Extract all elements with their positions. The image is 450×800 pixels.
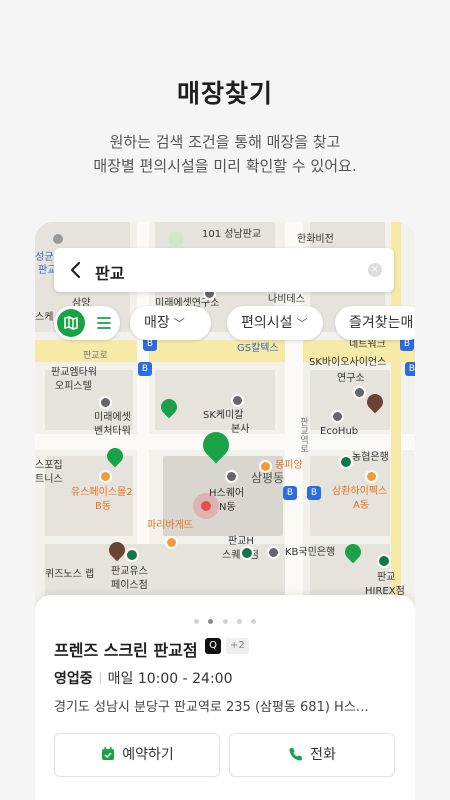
map-label: 페이스점 <box>111 580 148 591</box>
store-bottom-sheet[interactable]: 프렌즈 스크린 판교점 Q +2 영업중 매일 10:00 - 24:00 경기도… <box>35 595 415 800</box>
pager-dot <box>236 619 242 624</box>
pager-dot-active <box>208 619 214 624</box>
map-label: 나비테스 <box>268 294 305 305</box>
intro-line-1: 원하는 검색 조건을 통해 매장을 찾고 <box>109 133 341 151</box>
map-label: 농협은행 <box>352 452 389 463</box>
map-label: KB국민은행 <box>285 547 336 558</box>
map-label: 벤처타워 <box>94 426 131 437</box>
map-label: 트니스 <box>35 474 63 485</box>
map-label: 유스페이스몰2 <box>71 487 133 498</box>
map-label: 네트워크 <box>349 339 386 350</box>
bakery-icon <box>165 536 178 549</box>
restaurant-icon <box>259 460 272 473</box>
store-icon <box>365 470 378 483</box>
starbucks-icon <box>240 546 254 560</box>
current-location-icon <box>193 493 219 519</box>
map-label: 판교엠타워 <box>51 367 97 378</box>
pager-dot <box>250 619 256 624</box>
call-label: 전화 <box>310 747 336 763</box>
map-label: SK바이오사이언스 <box>309 357 387 368</box>
favorite-filter-chip[interactable]: 즐겨찾는매 <box>335 306 415 340</box>
pager-dots <box>35 609 415 628</box>
store-filter-chip[interactable]: 매장 ﹀ <box>130 306 211 340</box>
starbucks-icon <box>125 548 139 562</box>
map-label: 미래에셋 <box>94 412 131 423</box>
status-row: 영업중 매일 10:00 - 24:00 <box>54 668 233 688</box>
status-open: 영업중 <box>54 671 93 687</box>
search-bar[interactable]: 판교 × <box>54 248 394 292</box>
pager-dot <box>194 619 200 624</box>
call-button[interactable]: 전화 <box>229 733 395 777</box>
map-label: 삼평동 <box>251 471 285 485</box>
clear-icon[interactable]: × <box>368 263 382 277</box>
business-hours: 매일 10:00 - 24:00 <box>107 671 233 687</box>
building-icon <box>231 394 244 407</box>
search-input[interactable]: 판교 <box>95 260 124 284</box>
chevron-down-icon: ﹀ <box>296 317 308 330</box>
phone-icon <box>289 748 303 761</box>
map-label: 101 성남판교 <box>202 229 262 240</box>
q-badge: Q <box>205 638 221 654</box>
store-name: 프렌즈 스크린 판교점 <box>54 641 198 660</box>
map-label: 스포집 <box>35 460 63 471</box>
map-label: 성균 <box>35 252 54 263</box>
map-label: 한화비전 <box>297 234 334 245</box>
map-view-button[interactable] <box>57 309 85 337</box>
view-toggle <box>54 306 120 340</box>
map-label: 삼환하이펙스 <box>332 486 388 497</box>
bus-stop-icon: B <box>405 362 415 376</box>
map-label: 판교로 <box>83 351 108 361</box>
building-icon <box>99 396 112 409</box>
map-label: 스케 <box>35 312 54 323</box>
map-view[interactable]: 101 성남판교 한화비전 성균 판교 삼양 스케 미래에셋연구소 나비테스 판… <box>35 222 415 622</box>
map-label: SK케미칼 <box>203 410 244 421</box>
starbucks-icon <box>377 554 391 568</box>
school-icon <box>53 234 63 244</box>
building-icon <box>225 470 238 483</box>
chip-label: 즐겨찾는매 <box>349 315 414 331</box>
more-badge: +2 <box>226 638 249 654</box>
pager-dot <box>222 619 228 624</box>
building-icon <box>353 386 366 399</box>
map-label: 연구소 <box>337 373 365 384</box>
list-view-button[interactable] <box>90 309 118 337</box>
calendar-icon <box>102 747 115 760</box>
reserve-label: 예약하기 <box>122 747 174 763</box>
facility-filter-chip[interactable]: 편의시설 ﹀ <box>227 306 323 340</box>
map-label: 퀴즈노스 랩 <box>45 569 95 580</box>
bank-icon <box>267 546 280 559</box>
bus-stop-icon: B <box>283 486 297 500</box>
store-icon <box>99 470 112 483</box>
bus-stop-icon: B <box>307 486 321 500</box>
intro-title: 매장찾기 <box>176 79 273 108</box>
map-label: 본사 <box>231 424 250 435</box>
map-label: 판교유스 <box>111 566 148 577</box>
bus-stop-icon: B <box>138 362 152 376</box>
map-label: EcoHub <box>320 426 359 437</box>
building-icon <box>331 410 344 423</box>
map-icon <box>64 316 78 330</box>
map-label: 오피스텔 <box>55 381 92 392</box>
map-label: 판교 <box>377 572 396 583</box>
map-label: 파리바게뜨 <box>147 520 193 531</box>
reserve-button[interactable]: 예약하기 <box>54 733 220 777</box>
phone-screen: 101 성남판교 한화비전 성균 판교 삼양 스케 미래에셋연구소 나비테스 판… <box>35 222 415 800</box>
back-arrow-icon[interactable] <box>66 260 86 280</box>
chevron-down-icon: ﹀ <box>173 317 185 330</box>
map-label: GS칼텍스 <box>237 343 279 354</box>
map-label: B동 <box>95 501 112 512</box>
chip-label: 매장 <box>144 315 170 331</box>
divider <box>99 672 101 684</box>
intro-line-2: 매장별 편의시설을 미리 확인할 수 있어요. <box>93 157 357 175</box>
map-label: N동 <box>219 502 236 513</box>
store-address: 경기도 성남시 분당구 판교역로 235 (삼평동 681) H스… <box>54 700 369 715</box>
map-label: 판교역로 <box>298 417 308 453</box>
park-icon <box>169 232 183 246</box>
starbucks-icon <box>339 455 353 469</box>
map-label: A동 <box>353 500 370 511</box>
list-icon <box>97 317 111 329</box>
filter-bar: 매장 ﹀ 편의시설 ﹀ 즐겨찾는매 <box>54 306 415 340</box>
chip-label: 편의시설 <box>241 315 293 331</box>
